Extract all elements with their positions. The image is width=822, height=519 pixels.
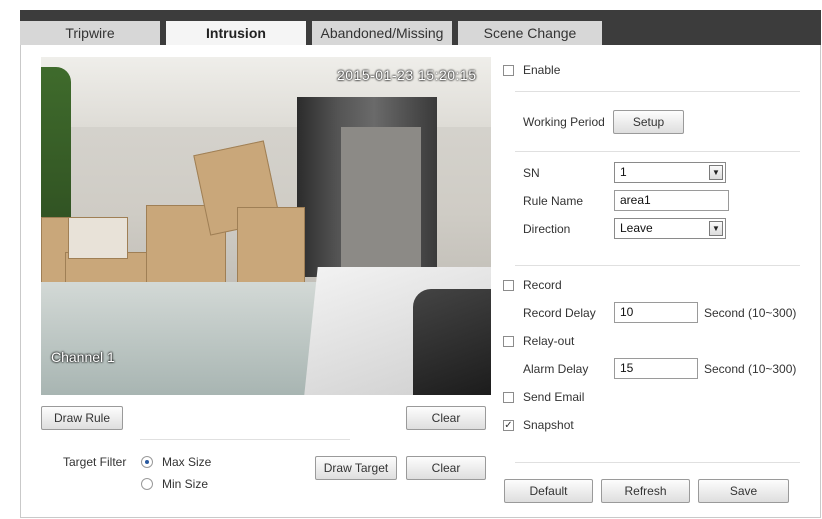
min-size-radio[interactable] [141,478,153,490]
channel-label: Channel 1 [51,349,115,365]
snapshot-label: Snapshot [523,418,574,432]
max-size-label: Max Size [162,455,212,469]
draw-rule-button[interactable]: Draw Rule [41,406,123,430]
video-timestamp: 2015-01-23 15:20:15 [337,67,477,83]
record-checkbox[interactable] [503,280,514,291]
snapshot-checkbox[interactable]: ✓ [503,420,514,431]
divider [515,151,800,152]
divider [515,91,800,92]
record-delay-label: Record Delay [523,306,596,320]
direction-value: Leave [620,221,653,235]
rule-name-input[interactable]: area1 [614,190,729,211]
enable-checkbox[interactable] [503,65,514,76]
default-button[interactable]: Default [504,479,593,503]
tab-tripwire[interactable]: Tripwire [20,21,160,45]
video-preview[interactable]: 2015-01-23 15:20:15 Channel 1 [41,57,491,395]
chevron-down-icon: ▼ [709,165,723,180]
video-door-panel [341,127,421,277]
relay-out-checkbox[interactable] [503,336,514,347]
direction-label: Direction [523,222,571,236]
draw-target-button[interactable]: Draw Target [315,456,397,480]
tab-abandoned-missing[interactable]: Abandoned/Missing [312,21,452,45]
video-box [68,217,128,259]
save-button[interactable]: Save [698,479,789,503]
refresh-button[interactable]: Refresh [601,479,690,503]
divider [515,462,800,463]
tab-bar: Tripwire Intrusion Abandoned/Missing Sce… [20,10,821,45]
alarm-delay-input[interactable]: 15 [614,358,698,379]
video-box [237,207,305,287]
tab-scene-change[interactable]: Scene Change [458,21,602,45]
working-period-label: Working Period [523,115,605,129]
rule-name-label: Rule Name [523,194,584,208]
tab-intrusion[interactable]: Intrusion [166,21,306,45]
relay-out-label: Relay-out [523,334,575,348]
direction-select[interactable]: Leave ▼ [614,218,726,239]
alarm-delay-unit: Second (10~300) [704,362,797,376]
send-email-checkbox[interactable] [503,392,514,403]
checkmark-icon: ✓ [504,420,513,431]
record-label: Record [523,278,562,292]
divider [140,439,350,440]
record-delay-unit: Second (10~300) [704,306,797,320]
record-delay-input[interactable]: 10 [614,302,698,323]
chevron-down-icon: ▼ [709,221,723,236]
divider [515,265,800,266]
min-size-label: Min Size [162,477,209,491]
enable-label: Enable [523,63,561,77]
sn-value: 1 [620,165,627,179]
setup-button[interactable]: Setup [613,110,684,134]
target-filter-label: Target Filter [63,455,127,469]
video-chair [413,289,491,395]
send-email-label: Send Email [523,390,585,404]
sn-select[interactable]: 1 ▼ [614,162,726,183]
sn-label: SN [523,166,540,180]
max-size-radio[interactable] [141,456,153,468]
clear-rule-button[interactable]: Clear [406,406,486,430]
alarm-delay-label: Alarm Delay [523,362,589,376]
clear-target-button[interactable]: Clear [406,456,486,480]
